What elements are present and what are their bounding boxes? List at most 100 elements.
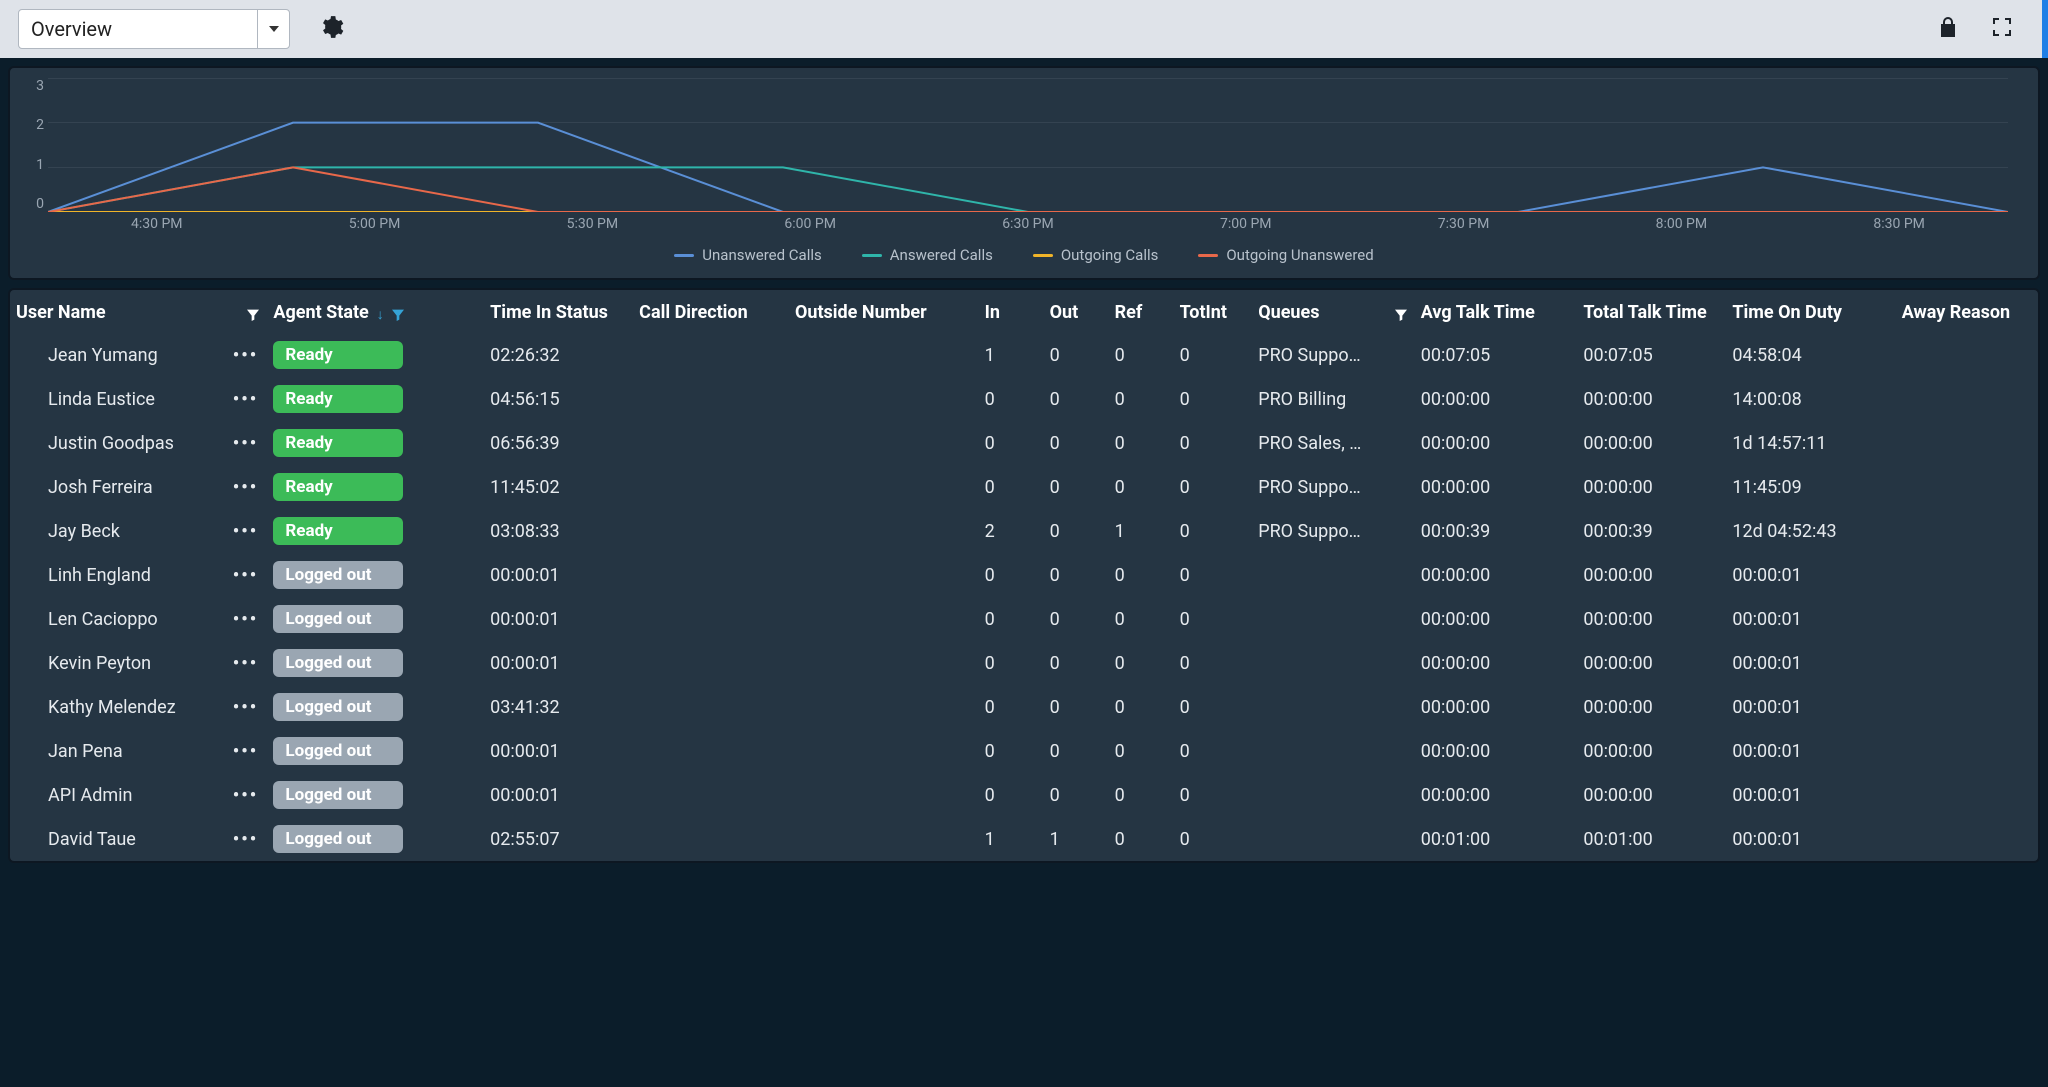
table-row: David Taue•••Logged out02:55:07110000:01… [10, 817, 2038, 861]
filter-icon[interactable] [245, 307, 261, 323]
cell-user-name: Kevin Peyton [48, 653, 151, 674]
view-selector[interactable]: Overview [18, 9, 290, 49]
th-total-talk[interactable]: Total Talk Time [1583, 302, 1706, 323]
agent-state-badge: Ready [273, 517, 403, 545]
cell-time-in-status: 00:00:01 [490, 609, 559, 630]
th-avg-talk[interactable]: Avg Talk Time [1421, 302, 1535, 323]
th-time-on-duty[interactable]: Time On Duty [1732, 302, 1842, 323]
row-actions-icon[interactable]: ••• [233, 609, 258, 630]
cell-in: 0 [985, 653, 995, 674]
legend-swatch [1033, 254, 1053, 257]
row-actions-icon[interactable]: ••• [233, 433, 258, 454]
th-away-reason[interactable]: Away Reason [1902, 302, 2010, 323]
legend-item[interactable]: Outgoing Calls [1033, 246, 1159, 264]
fullscreen-icon[interactable] [1990, 15, 2014, 44]
row-actions-icon[interactable]: ••• [233, 521, 258, 542]
cell-out: 0 [1050, 389, 1060, 410]
cell-ref: 0 [1115, 785, 1125, 806]
cell-avg-talk: 00:00:00 [1421, 785, 1490, 806]
cell-time-in-status: 02:55:07 [490, 829, 559, 850]
cell-ref: 0 [1115, 565, 1125, 586]
agent-state-badge: Logged out [273, 561, 403, 589]
cell-time-on-duty: 1d 14:57:11 [1732, 433, 1826, 454]
cell-user-name: Justin Goodpas [48, 433, 174, 454]
th-user-name[interactable]: User Name [16, 302, 106, 323]
table-row: Linh England•••Logged out00:00:01000000:… [10, 553, 2038, 597]
th-time-in-status[interactable]: Time In Status [490, 302, 608, 323]
cell-out: 0 [1050, 609, 1060, 630]
legend-label: Answered Calls [890, 246, 993, 264]
th-queues[interactable]: Queues [1258, 302, 1319, 323]
cell-totint: 0 [1180, 433, 1190, 454]
cell-user-name: Kathy Melendez [48, 697, 176, 718]
cell-time-on-duty: 00:00:01 [1732, 741, 1801, 762]
row-actions-icon[interactable]: ••• [233, 389, 258, 410]
cell-time-in-status: 11:45:02 [490, 477, 559, 498]
cell-total-talk: 00:00:00 [1583, 653, 1652, 674]
cell-total-talk: 00:07:05 [1583, 345, 1652, 366]
cell-avg-talk: 00:00:00 [1421, 389, 1490, 410]
legend-label: Unanswered Calls [702, 246, 821, 264]
cell-ref: 0 [1115, 829, 1125, 850]
row-actions-icon[interactable]: ••• [233, 345, 258, 366]
cell-time-on-duty: 00:00:01 [1732, 565, 1801, 586]
cell-time-on-duty: 00:00:01 [1732, 653, 1801, 674]
cell-avg-talk: 00:00:00 [1421, 697, 1490, 718]
th-totint[interactable]: TotInt [1180, 302, 1227, 323]
cell-time-on-duty: 11:45:09 [1732, 477, 1801, 498]
th-out[interactable]: Out [1050, 302, 1079, 323]
chart-legend: Unanswered Calls Answered Calls Outgoing C… [20, 246, 2028, 264]
cell-time-in-status: 04:56:15 [490, 389, 559, 410]
x-tick: 6:30 PM [919, 216, 1137, 238]
agent-state-badge: Logged out [273, 737, 403, 765]
cell-in: 0 [985, 389, 995, 410]
agent-state-badge: Logged out [273, 605, 403, 633]
th-in[interactable]: In [985, 302, 1000, 323]
cell-out: 0 [1050, 653, 1060, 674]
cell-queues: PRO Suppo… [1258, 477, 1360, 498]
cell-totint: 0 [1180, 829, 1190, 850]
legend-item[interactable]: Answered Calls [862, 246, 993, 264]
row-actions-icon[interactable]: ••• [233, 653, 258, 674]
table-row: Jean Yumang•••Ready02:26:321000PRO Suppo… [10, 333, 2038, 377]
cell-user-name: Jean Yumang [48, 345, 158, 366]
cell-totint: 0 [1180, 741, 1190, 762]
row-actions-icon[interactable]: ••• [233, 741, 258, 762]
x-tick: 5:00 PM [266, 216, 484, 238]
lock-icon[interactable] [1936, 15, 1960, 44]
cell-queues: PRO Suppo… [1258, 521, 1360, 542]
cell-user-name: API Admin [48, 785, 132, 806]
agent-state-badge: Logged out [273, 649, 403, 677]
gear-icon[interactable] [318, 14, 344, 45]
cell-user-name: Len Cacioppo [48, 609, 158, 630]
cell-out: 0 [1050, 785, 1060, 806]
cell-user-name: Jan Pena [48, 741, 123, 762]
sort-descending-icon[interactable]: ↓ [377, 306, 384, 323]
th-call-direction[interactable]: Call Direction [639, 302, 748, 323]
row-actions-icon[interactable]: ••• [233, 697, 258, 718]
filter-icon[interactable] [1393, 307, 1409, 323]
th-ref[interactable]: Ref [1115, 302, 1143, 323]
cell-in: 0 [985, 785, 995, 806]
cell-time-on-duty: 00:00:01 [1732, 829, 1801, 850]
view-selector-label: Overview [31, 17, 112, 41]
row-actions-icon[interactable]: ••• [233, 829, 258, 850]
cell-ref: 0 [1115, 345, 1125, 366]
cell-total-talk: 00:01:00 [1583, 829, 1652, 850]
th-outside-number[interactable]: Outside Number [795, 302, 927, 323]
legend-item[interactable]: Outgoing Unanswered [1198, 246, 1373, 264]
row-actions-icon[interactable]: ••• [233, 785, 258, 806]
x-tick: 7:00 PM [1137, 216, 1355, 238]
legend-label: Outgoing Unanswered [1226, 246, 1373, 264]
agent-state-badge: Logged out [273, 781, 403, 809]
agent-state-badge: Ready [273, 341, 403, 369]
row-actions-icon[interactable]: ••• [233, 565, 258, 586]
row-actions-icon[interactable]: ••• [233, 477, 258, 498]
x-tick: 6:00 PM [701, 216, 919, 238]
cell-out: 0 [1050, 697, 1060, 718]
legend-item[interactable]: Unanswered Calls [674, 246, 821, 264]
th-agent-state[interactable]: Agent State [273, 302, 368, 323]
cell-avg-talk: 00:00:39 [1421, 521, 1490, 542]
filter-icon[interactable] [390, 307, 406, 323]
table-row: Linda Eustice•••Ready04:56:150000PRO Bil… [10, 377, 2038, 421]
